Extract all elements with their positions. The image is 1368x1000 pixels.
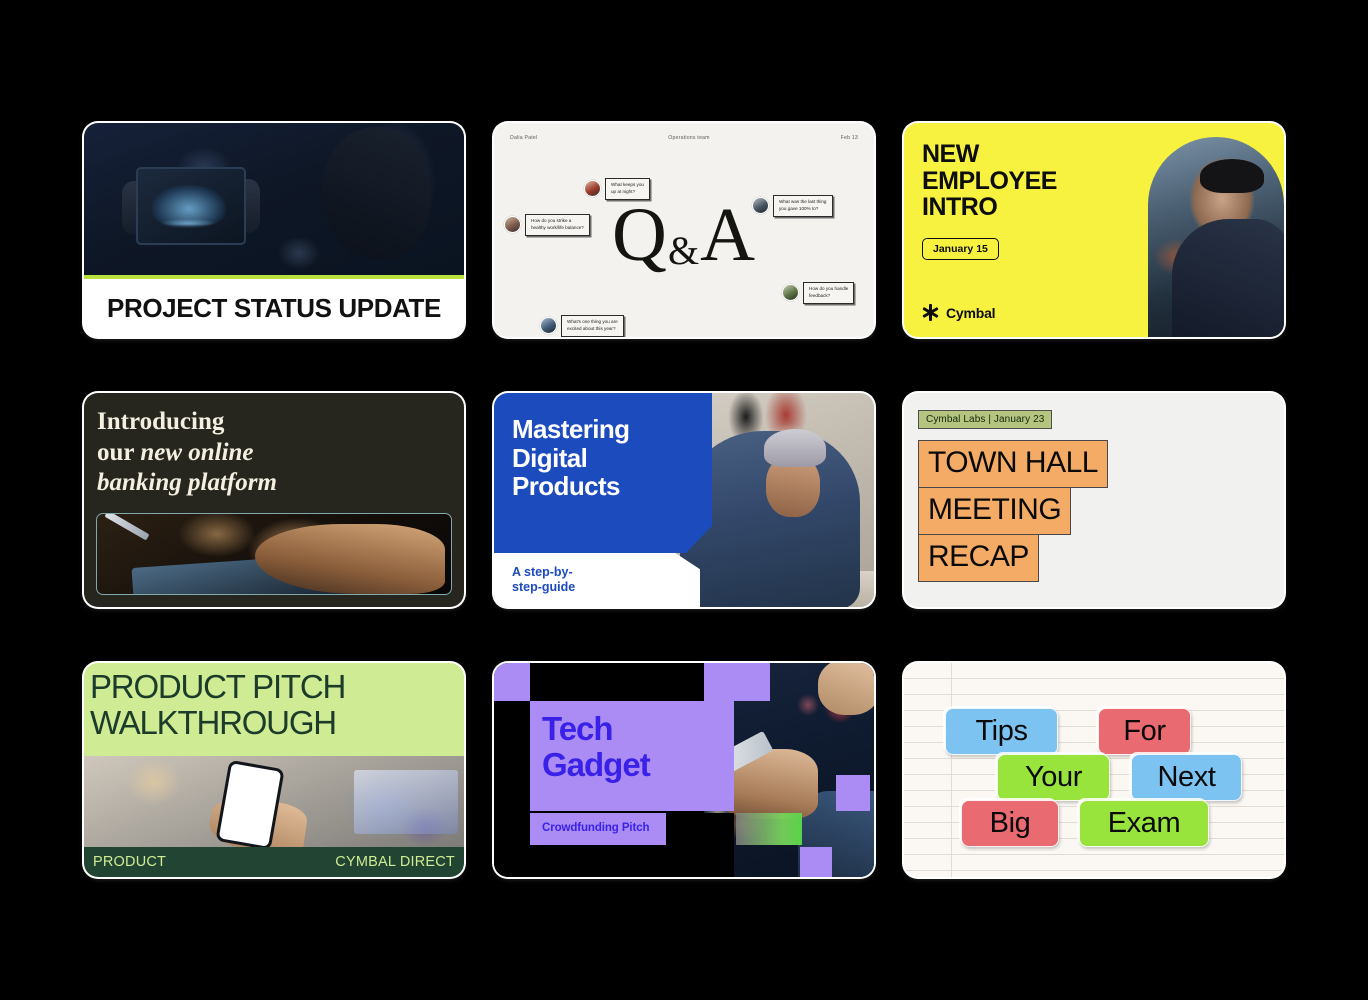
decor-block-11 [530,845,734,877]
slide-card-tech-gadget[interactable]: Tech Gadget Crowdfunding Pitch [494,663,874,877]
brand-logo: Cymbal [922,304,996,321]
decor-block-1 [494,663,530,701]
question-bubble-4: How do you handle feedback? [782,282,855,304]
decor-block-8 [494,845,530,877]
slide-photo-phone-hand [84,756,464,857]
word-chip-6: Exam [1079,800,1209,847]
slide-title: Mastering Digital Products [512,414,630,502]
subtitle-panel: Crowdfunding Pitch [530,813,666,845]
slide-photo-employee [1148,137,1284,337]
question-text: How do you handle feedback? [803,282,855,304]
brand-name: Cymbal [946,304,996,321]
slide-tag: Cymbal Labs | January 23 [918,410,1053,429]
slide-card-qa[interactable]: Dalia Patel Operations team Feb 13 Q&A W… [494,123,874,337]
slide-photo-tablet-hand [96,513,452,595]
question-bubble-5: What's one thing you are excited about t… [540,315,624,337]
slide-title: Introducing our new online banking platfor… [97,407,451,499]
slide-card-project-status-update[interactable]: JULY 31 PROJECT STATUS UPDATE [84,123,464,337]
title-line-3-italic: banking platform [97,469,277,496]
slide-card-mastering-digital-products[interactable]: Mastering Digital Products A step-by- st… [494,393,874,607]
question-text: How do you strike a healthy work/life ba… [525,214,590,236]
title-panel: Mastering Digital Products [494,393,712,553]
slide-photo-tablet-car [84,123,464,275]
slide-header: Dalia Patel Operations team Feb 13 [494,135,874,141]
avatar [584,180,601,198]
slide-title: PRODUCT PITCH WALKTHROUGH [90,668,346,741]
avatar [752,197,769,215]
date-pill: January 15 [922,238,999,260]
word-chip-3: Your [997,754,1110,801]
title-line-2-italic: new online [140,438,254,466]
slide-subtitle: Crowdfunding Pitch [542,822,650,834]
avatar [540,317,557,335]
avatar [504,216,521,234]
title-line-1: TOWN HALL [918,440,1108,488]
header-team: Operations team [668,135,710,141]
beanie-shape [764,429,826,467]
slide-title: PROJECT STATUS UPDATE [107,292,441,323]
stylus-shape [104,514,150,541]
title-line-1: Introducing [97,408,225,435]
qa-ampersand: & [667,228,701,273]
slide-card-online-banking-platform[interactable]: Introducing our new online banking platfor… [84,393,464,607]
decor-block-10 [666,813,734,845]
footer-band: PRODUCT CYMBAL DIRECT [84,847,464,877]
slide-title: NEW EMPLOYEE INTRO [922,140,1057,221]
word-chip-4: Next [1131,754,1242,801]
slide-card-product-pitch-walkthrough[interactable]: PRODUCT PITCH WALKTHROUGH PRODUCT CYMBAL… [84,663,464,877]
slide-subtitle: A step-by- step-guide [512,565,576,595]
title-panel: Tech Gadget [530,701,734,811]
question-text: What was the last thing you gave 100% to… [773,195,833,217]
laptop-shape [354,770,458,834]
slide-title: Tech Gadget [542,710,651,784]
title-band: PRODUCT PITCH WALKTHROUGH [84,663,464,756]
cymbal-asterisk-icon [922,304,939,321]
word-chip-1: Tips [945,708,1058,755]
car-wireframe-render [152,185,226,228]
header-date: Feb 13 [840,135,858,141]
slide-card-town-hall-meeting-recap[interactable]: Cymbal Labs | January 23 TOWN HALL MEETI… [904,393,1284,607]
slide-card-new-employee-intro[interactable]: NEW EMPLOYEE INTRO January 15 Cymbal [904,123,1284,337]
question-text: What keeps you up at night? [605,178,650,200]
decor-block-5 [704,663,770,701]
decor-block-4 [494,701,530,811]
qa-letter-q: Q [612,193,668,277]
question-text: What's one thing you are excited about t… [561,315,624,337]
question-bubble-1: What keeps you up at night? [584,178,650,200]
decor-block-7 [800,847,832,877]
decor-block-6 [836,775,870,811]
decor-block-green [736,813,802,845]
avatar [782,284,799,302]
footer-right-label: CYMBAL DIRECT [335,854,455,870]
face-shape [818,663,874,715]
suit-shape [1172,219,1284,337]
word-chip-2: For [1098,708,1191,755]
word-chip-5: Big [961,800,1059,847]
hair-shape [1200,159,1264,193]
header-author: Dalia Patel [510,135,538,141]
subtitle-panel: A step-by- step-guide [494,553,700,607]
title-line-2-plain: our [97,438,141,466]
slide-card-exam-tips[interactable]: Tips For Your Next Big Exam [904,663,1284,877]
person-silhouette [322,127,430,259]
question-bubble-3: What was the last thing you gave 100% to… [752,195,833,217]
decor-block-9 [494,811,530,845]
qa-letter-a: A [700,193,756,277]
footer-left-label: PRODUCT [93,854,167,870]
question-bubble-2: How do you strike a healthy work/life ba… [504,214,590,236]
tablet-device [136,167,246,245]
title-line-2: MEETING [918,487,1072,535]
slide-gallery-grid: JULY 31 PROJECT STATUS UPDATE Dalia Pate… [84,123,1284,877]
title-line-3: RECAP [918,534,1039,582]
